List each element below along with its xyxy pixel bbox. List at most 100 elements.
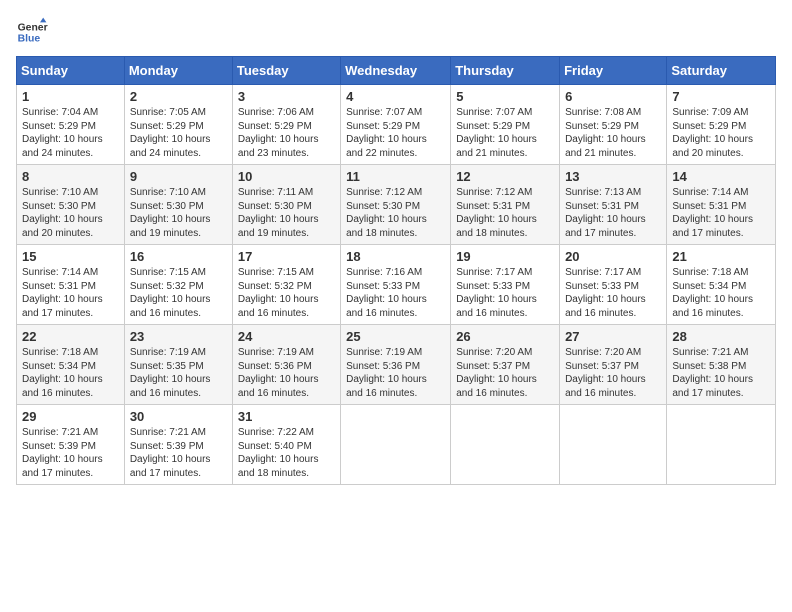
calendar-header-row: SundayMondayTuesdayWednesdayThursdayFrid… xyxy=(17,57,776,85)
day-of-week-header: Sunday xyxy=(17,57,125,85)
day-number: 13 xyxy=(565,169,661,184)
day-info: Sunrise: 7:18 AMSunset: 5:34 PMDaylight:… xyxy=(672,266,770,320)
calendar-cell: 24 Sunrise: 7:19 AMSunset: 5:36 PMDayligh… xyxy=(232,325,340,405)
calendar-cell: 9 Sunrise: 7:10 AMSunset: 5:30 PMDaylight… xyxy=(124,165,232,245)
day-number: 6 xyxy=(565,89,661,104)
day-info: Sunrise: 7:19 AMSunset: 5:36 PMDaylight:… xyxy=(238,346,335,400)
day-number: 5 xyxy=(456,89,554,104)
day-info: Sunrise: 7:07 AMSunset: 5:29 PMDaylight:… xyxy=(346,106,445,160)
day-number: 20 xyxy=(565,249,661,264)
calendar-week-row: 8 Sunrise: 7:10 AMSunset: 5:30 PMDaylight… xyxy=(17,165,776,245)
day-info: Sunrise: 7:22 AMSunset: 5:40 PMDaylight:… xyxy=(238,426,335,480)
day-info: Sunrise: 7:13 AMSunset: 5:31 PMDaylight:… xyxy=(565,186,661,240)
calendar-cell: 21 Sunrise: 7:18 AMSunset: 5:34 PMDayligh… xyxy=(667,245,776,325)
calendar-cell: 5Sunrise: 7:07 AMSunset: 5:29 PMDaylight… xyxy=(451,85,560,165)
calendar-cell: 25Sunrise: 7:19 AMSunset: 5:36 PMDayligh… xyxy=(341,325,451,405)
calendar-cell: 3Sunrise: 7:06 AMSunset: 5:29 PMDaylight… xyxy=(232,85,340,165)
day-info: Sunrise: 7:17 AMSunset: 5:33 PMDaylight:… xyxy=(456,266,554,320)
day-info: Sunrise: 7:17 AMSunset: 5:33 PMDaylight:… xyxy=(565,266,661,320)
day-info: Sunrise: 7:12 AMSunset: 5:31 PMDaylight:… xyxy=(456,186,554,240)
calendar-cell: 28 Sunrise: 7:21 AMSunset: 5:38 PMDayligh… xyxy=(667,325,776,405)
day-number: 9 xyxy=(130,169,227,184)
day-number: 18 xyxy=(346,249,445,264)
day-number: 27 xyxy=(565,329,661,344)
day-info: Sunrise: 7:08 AMSunset: 5:29 PMDaylight:… xyxy=(565,106,661,160)
calendar-cell: 12 Sunrise: 7:12 AMSunset: 5:31 PMDayligh… xyxy=(451,165,560,245)
day-number: 26 xyxy=(456,329,554,344)
calendar-cell: 17 Sunrise: 7:15 AMSunset: 5:32 PMDayligh… xyxy=(232,245,340,325)
calendar-cell: 30 Sunrise: 7:21 AMSunset: 5:39 PMDayligh… xyxy=(124,405,232,485)
calendar-week-row: 29 Sunrise: 7:21 AMSunset: 5:39 PMDayligh… xyxy=(17,405,776,485)
day-info: Sunrise: 7:14 AMSunset: 5:31 PMDaylight:… xyxy=(672,186,770,240)
calendar-cell: 22 Sunrise: 7:18 AMSunset: 5:34 PMDayligh… xyxy=(17,325,125,405)
calendar-cell: 14Sunrise: 7:14 AMSunset: 5:31 PMDayligh… xyxy=(667,165,776,245)
day-number: 3 xyxy=(238,89,335,104)
calendar-cell: 23 Sunrise: 7:19 AMSunset: 5:35 PMDayligh… xyxy=(124,325,232,405)
day-number: 25 xyxy=(346,329,445,344)
day-of-week-header: Tuesday xyxy=(232,57,340,85)
calendar-cell: 27 Sunrise: 7:20 AMSunset: 5:37 PMDayligh… xyxy=(560,325,667,405)
day-info: Sunrise: 7:21 AMSunset: 5:39 PMDaylight:… xyxy=(22,426,119,480)
day-info: Sunrise: 7:14 AMSunset: 5:31 PMDaylight:… xyxy=(22,266,119,320)
day-number: 11 xyxy=(346,169,445,184)
calendar-cell: 31Sunrise: 7:22 AMSunset: 5:40 PMDayligh… xyxy=(232,405,340,485)
calendar-cell: 16 Sunrise: 7:15 AMSunset: 5:32 PMDayligh… xyxy=(124,245,232,325)
calendar-cell: 29 Sunrise: 7:21 AMSunset: 5:39 PMDayligh… xyxy=(17,405,125,485)
calendar-cell xyxy=(560,405,667,485)
calendar-cell: 26 Sunrise: 7:20 AMSunset: 5:37 PMDayligh… xyxy=(451,325,560,405)
day-number: 30 xyxy=(130,409,227,424)
day-info: Sunrise: 7:10 AMSunset: 5:30 PMDaylight:… xyxy=(22,186,119,240)
calendar-cell: 10 Sunrise: 7:11 AMSunset: 5:30 PMDayligh… xyxy=(232,165,340,245)
day-number: 15 xyxy=(22,249,119,264)
day-number: 17 xyxy=(238,249,335,264)
day-number: 28 xyxy=(672,329,770,344)
calendar-cell: 13 Sunrise: 7:13 AMSunset: 5:31 PMDayligh… xyxy=(560,165,667,245)
day-number: 8 xyxy=(22,169,119,184)
calendar-week-row: 15 Sunrise: 7:14 AMSunset: 5:31 PMDayligh… xyxy=(17,245,776,325)
logo: General Blue xyxy=(16,16,48,48)
day-info: Sunrise: 7:19 AMSunset: 5:35 PMDaylight:… xyxy=(130,346,227,400)
calendar-cell xyxy=(451,405,560,485)
day-number: 29 xyxy=(22,409,119,424)
calendar-cell: 1Sunrise: 7:04 AMSunset: 5:29 PMDaylight… xyxy=(17,85,125,165)
day-info: Sunrise: 7:10 AMSunset: 5:30 PMDaylight:… xyxy=(130,186,227,240)
day-info: Sunrise: 7:15 AMSunset: 5:32 PMDaylight:… xyxy=(130,266,227,320)
day-info: Sunrise: 7:12 AMSunset: 5:30 PMDaylight:… xyxy=(346,186,445,240)
calendar-week-row: 1Sunrise: 7:04 AMSunset: 5:29 PMDaylight… xyxy=(17,85,776,165)
calendar-cell: 19 Sunrise: 7:17 AMSunset: 5:33 PMDayligh… xyxy=(451,245,560,325)
day-of-week-header: Wednesday xyxy=(341,57,451,85)
day-number: 7 xyxy=(672,89,770,104)
calendar-cell: 7 Sunrise: 7:09 AMSunset: 5:29 PMDaylight… xyxy=(667,85,776,165)
page-header: General Blue xyxy=(16,16,776,48)
day-info: Sunrise: 7:18 AMSunset: 5:34 PMDaylight:… xyxy=(22,346,119,400)
day-number: 22 xyxy=(22,329,119,344)
day-number: 24 xyxy=(238,329,335,344)
day-info: Sunrise: 7:20 AMSunset: 5:37 PMDaylight:… xyxy=(565,346,661,400)
calendar-cell: 6 Sunrise: 7:08 AMSunset: 5:29 PMDaylight… xyxy=(560,85,667,165)
day-info: Sunrise: 7:20 AMSunset: 5:37 PMDaylight:… xyxy=(456,346,554,400)
calendar-cell: 2Sunrise: 7:05 AMSunset: 5:29 PMDaylight… xyxy=(124,85,232,165)
day-number: 16 xyxy=(130,249,227,264)
day-number: 19 xyxy=(456,249,554,264)
day-info: Sunrise: 7:15 AMSunset: 5:32 PMDaylight:… xyxy=(238,266,335,320)
svg-text:General: General xyxy=(18,22,48,33)
day-of-week-header: Monday xyxy=(124,57,232,85)
svg-text:Blue: Blue xyxy=(18,34,41,45)
day-number: 2 xyxy=(130,89,227,104)
calendar-cell: 4Sunrise: 7:07 AMSunset: 5:29 PMDaylight… xyxy=(341,85,451,165)
day-info: Sunrise: 7:04 AMSunset: 5:29 PMDaylight:… xyxy=(22,106,119,160)
day-info: Sunrise: 7:09 AMSunset: 5:29 PMDaylight:… xyxy=(672,106,770,160)
day-info: Sunrise: 7:21 AMSunset: 5:38 PMDaylight:… xyxy=(672,346,770,400)
calendar-week-row: 22 Sunrise: 7:18 AMSunset: 5:34 PMDayligh… xyxy=(17,325,776,405)
calendar-cell: 8 Sunrise: 7:10 AMSunset: 5:30 PMDaylight… xyxy=(17,165,125,245)
day-of-week-header: Saturday xyxy=(667,57,776,85)
calendar-cell: 15 Sunrise: 7:14 AMSunset: 5:31 PMDayligh… xyxy=(17,245,125,325)
day-info: Sunrise: 7:21 AMSunset: 5:39 PMDaylight:… xyxy=(130,426,227,480)
day-number: 21 xyxy=(672,249,770,264)
day-number: 10 xyxy=(238,169,335,184)
day-info: Sunrise: 7:11 AMSunset: 5:30 PMDaylight:… xyxy=(238,186,335,240)
day-number: 12 xyxy=(456,169,554,184)
calendar-cell: 20 Sunrise: 7:17 AMSunset: 5:33 PMDayligh… xyxy=(560,245,667,325)
calendar-table: SundayMondayTuesdayWednesdayThursdayFrid… xyxy=(16,56,776,485)
day-number: 23 xyxy=(130,329,227,344)
